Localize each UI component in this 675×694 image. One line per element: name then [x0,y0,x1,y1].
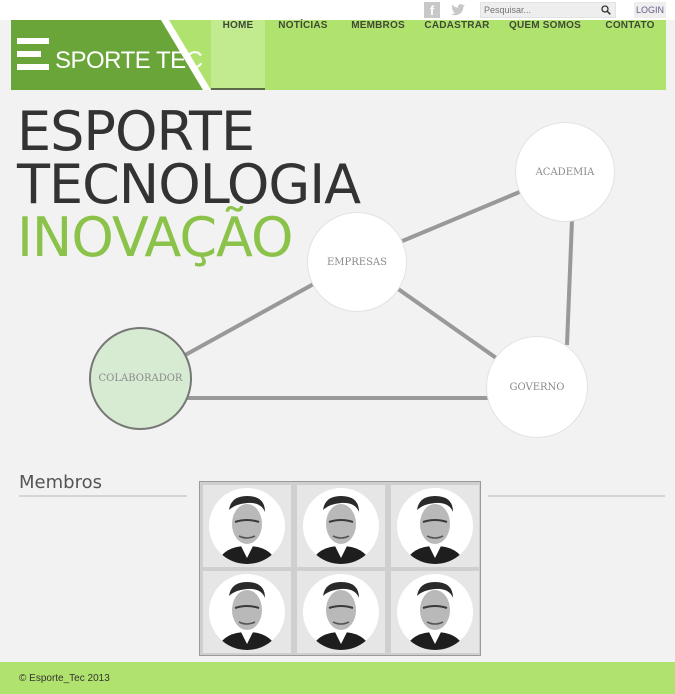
node-empresas[interactable]: EMPRESAS [307,212,407,312]
node-governo[interactable]: GOVERNO [486,336,588,438]
avatar [397,488,473,564]
member-avatar[interactable] [297,485,385,567]
member-avatar[interactable] [391,571,479,653]
member-avatar[interactable] [203,485,291,567]
avatar [303,574,379,650]
avatar [397,574,473,650]
avatar [303,488,379,564]
section-divider-right [488,495,665,497]
members-title: Membros [19,472,102,493]
footer: © Esporte_Tec 2013 [0,662,675,694]
member-avatar[interactable] [391,485,479,567]
node-colaborador[interactable]: COLABORADOR [89,327,192,430]
node-academia[interactable]: ACADEMIA [515,122,615,222]
avatar [209,574,285,650]
avatar [209,488,285,564]
member-avatar[interactable] [297,571,385,653]
footer-copyright: © Esporte_Tec 2013 [19,673,110,684]
section-divider-left [19,495,187,497]
members-grid [199,481,481,656]
member-avatar[interactable] [203,571,291,653]
